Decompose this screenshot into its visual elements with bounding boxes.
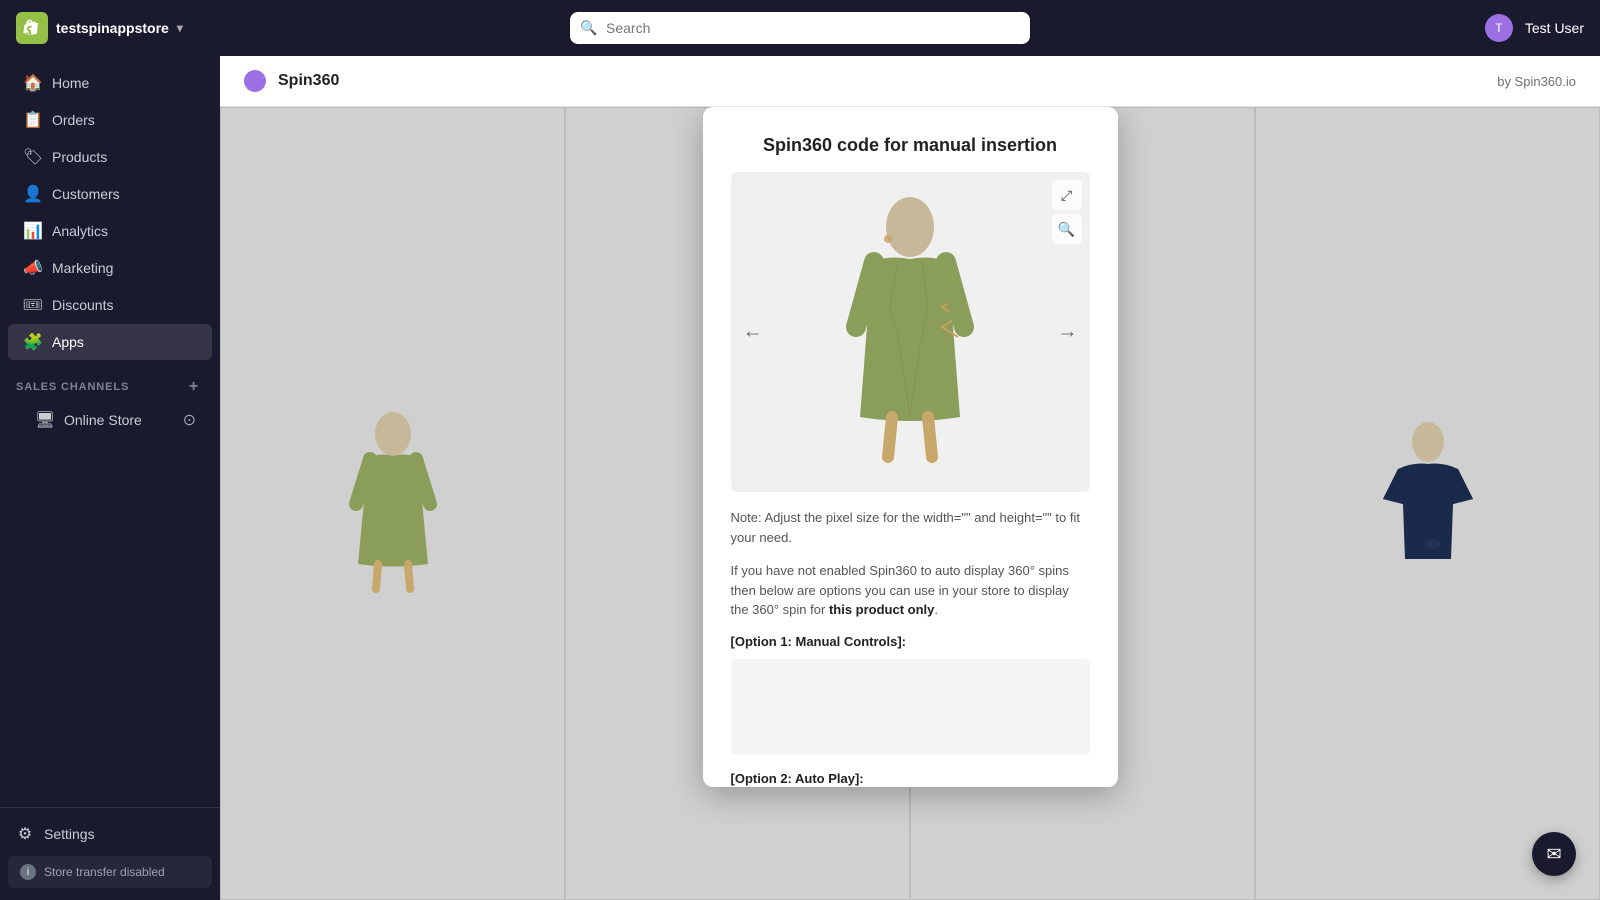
modal-note: Note: Adjust the pixel size for the widt… <box>731 508 1090 547</box>
fab-button[interactable]: ✉ <box>1532 832 1576 876</box>
product-viewer[interactable]: ⤢ 🔍 ← → <box>731 172 1090 492</box>
sidebar-item-apps[interactable]: 🧩 Apps <box>8 324 212 360</box>
add-sales-channel-button[interactable]: + <box>184 377 204 397</box>
sidebar-label-analytics: Analytics <box>52 223 108 239</box>
sidebar-label-customers: Customers <box>52 186 120 202</box>
option2-title: [Option 2: Auto Play]: <box>731 771 1090 786</box>
sidebar-label-marketing: Marketing <box>52 260 113 276</box>
sidebar-label-online-store: Online Store <box>64 412 142 428</box>
search-input[interactable] <box>570 12 1030 44</box>
info-icon: i <box>20 864 36 880</box>
viewer-next-button[interactable]: → <box>1058 321 1078 344</box>
sidebar-item-customers[interactable]: 👤 Customers <box>8 176 212 212</box>
app-content: Spin360 code for manual insertion <box>220 107 1600 900</box>
chevron-down-icon: ▾ <box>177 21 183 35</box>
store-switcher[interactable]: testspinappstore ▾ <box>16 12 183 44</box>
shopify-logo <box>16 12 48 44</box>
modal-title: Spin360 code for manual insertion <box>731 135 1090 156</box>
sidebar-label-orders: Orders <box>52 112 95 128</box>
avatar[interactable]: T <box>1485 14 1513 42</box>
settings-item[interactable]: ⚙ Settings <box>0 816 220 852</box>
sidebar-item-orders[interactable]: 📋 Orders <box>8 102 212 138</box>
modal-paragraph: If you have not enabled Spin360 to auto … <box>731 561 1090 620</box>
sidebar-item-marketing[interactable]: 📣 Marketing <box>8 250 212 286</box>
orders-icon: 📋 <box>24 111 42 129</box>
sidebar-label-discounts: Discounts <box>52 297 113 313</box>
sidebar-bottom: ⚙ Settings i Store transfer disabled <box>0 807 220 900</box>
sidebar-nav: 🏠 Home 📋 Orders 🏷 Products 👤 Customers 📊… <box>0 56 220 807</box>
bold-text: this product only <box>829 602 934 617</box>
store-name: testspinappstore <box>56 20 169 36</box>
sidebar-item-online-store[interactable]: 🖥 Online Store ⊙ <box>8 402 212 438</box>
settings-icon: ⚙ <box>16 825 34 843</box>
top-navigation: testspinappstore ▾ 🔍 T Test User <box>0 0 1600 56</box>
search-icon: 🔍 <box>580 20 597 37</box>
option1-code-box[interactable] <box>731 659 1090 755</box>
store-transfer-notice: i Store transfer disabled <box>8 856 212 888</box>
sidebar-item-analytics[interactable]: 📊 Analytics <box>8 213 212 249</box>
modal-overlay: Spin360 code for manual insertion <box>220 107 1600 900</box>
top-nav-right: T Test User <box>1485 14 1584 42</box>
by-label: by Spin360.io <box>1497 74 1576 89</box>
online-store-settings-icon[interactable]: ⊙ <box>183 410 196 430</box>
settings-label: Settings <box>44 826 95 842</box>
zoom-button[interactable]: 🔍 <box>1052 214 1082 244</box>
app-logo <box>244 70 266 92</box>
search-bar[interactable]: 🔍 <box>570 12 1030 44</box>
modal-dialog: Spin360 code for manual insertion <box>703 107 1118 787</box>
store-transfer-label: Store transfer disabled <box>44 865 165 879</box>
home-icon: 🏠 <box>24 74 42 92</box>
products-icon: 🏷 <box>24 148 42 166</box>
viewer-navigation: ← → <box>731 321 1090 344</box>
viewer-controls: ⤢ 🔍 <box>1052 180 1082 244</box>
sidebar-item-home[interactable]: 🏠 Home <box>8 65 212 101</box>
app-name: Spin360 <box>278 72 339 90</box>
online-store-icon: 🖥 <box>36 411 54 429</box>
fullscreen-button[interactable]: ⤢ <box>1052 180 1082 210</box>
apps-icon: 🧩 <box>24 333 42 351</box>
content-area: Spin360 by Spin360.io <box>220 56 1600 900</box>
sidebar-item-products[interactable]: 🏷 Products <box>8 139 212 175</box>
customers-icon: 👤 <box>24 185 42 203</box>
sales-channels-label: SALES CHANNELS + <box>0 361 220 401</box>
user-name: Test User <box>1525 20 1584 36</box>
marketing-icon: 📣 <box>24 259 42 277</box>
sidebar: 🏠 Home 📋 Orders 🏷 Products 👤 Customers 📊… <box>0 56 220 900</box>
option1-title: [Option 1: Manual Controls]: <box>731 634 1090 649</box>
sidebar-label-apps: Apps <box>52 334 84 350</box>
analytics-icon: 📊 <box>24 222 42 240</box>
app-header: Spin360 by Spin360.io <box>220 56 1600 107</box>
sidebar-item-discounts[interactable]: 🎟 Discounts <box>8 287 212 323</box>
sidebar-label-products: Products <box>52 149 107 165</box>
viewer-prev-button[interactable]: ← <box>743 321 763 344</box>
sidebar-label-home: Home <box>52 75 89 91</box>
discounts-icon: 🎟 <box>24 296 42 314</box>
